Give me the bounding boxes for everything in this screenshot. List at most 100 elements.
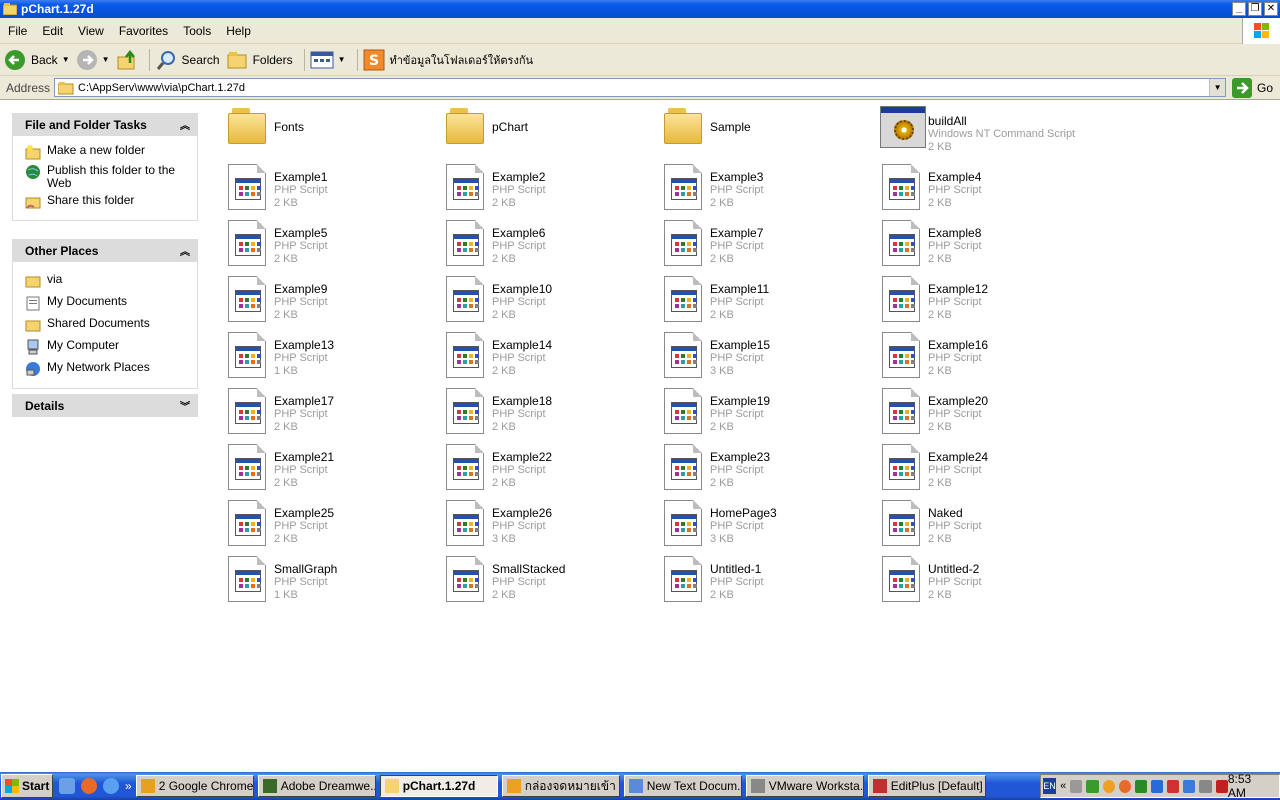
file-item[interactable]: buildAll Windows NT Command Script 2 KB <box>872 106 1090 162</box>
other-places-header[interactable]: Other Places ︽ <box>12 239 198 262</box>
file-item[interactable]: Example7 PHP Script 2 KB <box>654 218 872 274</box>
file-item[interactable]: Example22 PHP Script 2 KB <box>436 442 654 498</box>
folder-item[interactable]: pChart <box>436 106 654 162</box>
file-item[interactable]: Example25 PHP Script 2 KB <box>218 498 436 554</box>
file-item[interactable]: Example13 PHP Script 1 KB <box>218 330 436 386</box>
menu-edit[interactable]: Edit <box>34 24 70 38</box>
tray-volume-icon[interactable] <box>1151 779 1164 793</box>
tray-signal-icon[interactable] <box>1134 779 1147 793</box>
tray-expand-icon[interactable]: « <box>1060 780 1066 792</box>
chevron-down-icon[interactable]: ▼ <box>62 55 70 64</box>
go-button[interactable]: Go <box>1232 77 1273 98</box>
details-header[interactable]: Details ︾ <box>12 394 198 417</box>
file-item[interactable]: HomePage3 PHP Script 3 KB <box>654 498 872 554</box>
file-item[interactable]: Example20 PHP Script 2 KB <box>872 386 1090 442</box>
menu-favorites[interactable]: Favorites <box>111 24 175 38</box>
file-item[interactable]: Example19 PHP Script 2 KB <box>654 386 872 442</box>
file-item[interactable]: Example23 PHP Script 2 KB <box>654 442 872 498</box>
file-item[interactable]: Example21 PHP Script 2 KB <box>218 442 436 498</box>
taskbar-button[interactable]: EditPlus [Default] ... <box>867 775 986 797</box>
back-button[interactable]: Back ▼ <box>4 49 70 71</box>
up-folder-button[interactable] <box>116 49 138 71</box>
folder-item[interactable]: Sample <box>654 106 872 162</box>
show-desktop-icon[interactable] <box>59 778 75 794</box>
views-button[interactable]: ▼ <box>310 50 346 70</box>
php-script-icon <box>880 274 920 322</box>
tray-misc-icon[interactable] <box>1199 779 1212 793</box>
file-item[interactable]: Example4 PHP Script 2 KB <box>872 162 1090 218</box>
file-item[interactable]: Example18 PHP Script 2 KB <box>436 386 654 442</box>
file-item[interactable]: Example26 PHP Script 3 KB <box>436 498 654 554</box>
address-dropdown-button[interactable]: ▼ <box>1209 79 1226 96</box>
taskbar-button[interactable]: VMware Worksta... <box>745 775 864 797</box>
language-indicator[interactable]: EN <box>1043 778 1057 794</box>
sync-folder-button[interactable]: S ทำข้อมูลในโฟลเดอร์ให้ตรงกัน <box>363 49 533 71</box>
file-item[interactable]: Example6 PHP Script 2 KB <box>436 218 654 274</box>
avast-icon[interactable] <box>81 778 97 794</box>
taskbar-button[interactable]: pChart.1.27d <box>379 775 498 797</box>
menu-view[interactable]: View <box>70 24 111 38</box>
place-my-network-places[interactable]: My Network Places <box>13 358 197 380</box>
publish-web-link[interactable]: Publish this folder to the Web <box>13 162 197 192</box>
share-folder-link[interactable]: Share this folder <box>13 192 197 212</box>
file-item[interactable]: Example15 PHP Script 3 KB <box>654 330 872 386</box>
browser-icon[interactable] <box>103 778 119 794</box>
menu-file[interactable]: File <box>0 24 34 38</box>
file-item[interactable]: Example8 PHP Script 2 KB <box>872 218 1090 274</box>
tray-security-icon[interactable] <box>1167 779 1180 793</box>
close-button[interactable]: ✕ <box>1264 2 1278 16</box>
file-item[interactable]: Naked PHP Script 2 KB <box>872 498 1090 554</box>
taskbar-button[interactable]: 2 Google Chrome <box>135 775 254 797</box>
start-button[interactable]: Start <box>1 774 53 798</box>
chevron-down-icon[interactable]: ▼ <box>102 55 110 64</box>
place-my-computer[interactable]: My Computer <box>13 336 197 358</box>
tray-network-icon[interactable] <box>1070 779 1083 793</box>
file-item[interactable]: Example1 PHP Script 2 KB <box>218 162 436 218</box>
folders-button[interactable]: Folders <box>226 49 293 71</box>
file-item[interactable]: Example9 PHP Script 2 KB <box>218 274 436 330</box>
minimize-button[interactable]: _ <box>1232 2 1246 16</box>
folder-item[interactable]: Fonts <box>218 106 436 162</box>
file-item[interactable]: Example24 PHP Script 2 KB <box>872 442 1090 498</box>
tray-app-icon[interactable] <box>1086 779 1099 793</box>
tray-shield-icon[interactable] <box>1215 779 1228 793</box>
tray-update-icon[interactable] <box>1183 779 1196 793</box>
file-item[interactable]: Untitled-1 PHP Script 2 KB <box>654 554 872 610</box>
clock[interactable]: 8:53 AM <box>1228 772 1269 800</box>
file-item[interactable]: SmallStacked PHP Script 2 KB <box>436 554 654 610</box>
file-item[interactable]: Example12 PHP Script 2 KB <box>872 274 1090 330</box>
file-item[interactable]: Example2 PHP Script 2 KB <box>436 162 654 218</box>
restore-button[interactable]: ❐ <box>1248 2 1262 16</box>
forward-button[interactable]: ▼ <box>76 49 110 71</box>
expand-chevron-icon[interactable]: ︾ <box>180 398 190 413</box>
file-item[interactable]: Example14 PHP Script 2 KB <box>436 330 654 386</box>
tray-status-icon[interactable] <box>1102 779 1115 793</box>
taskbar-button[interactable]: กล่องจดหมายเข้า ... <box>501 775 620 797</box>
file-item[interactable]: Example5 PHP Script 2 KB <box>218 218 436 274</box>
tray-avast-icon[interactable] <box>1118 779 1131 793</box>
file-list-view[interactable]: Fonts pChart Sample buildAll Windows NT Comm… <box>210 101 1280 772</box>
file-item[interactable]: Example3 PHP Script 2 KB <box>654 162 872 218</box>
file-item[interactable]: Example11 PHP Script 2 KB <box>654 274 872 330</box>
taskbar-button[interactable]: Adobe Dreamwe... <box>257 775 376 797</box>
file-folder-tasks-header[interactable]: File and Folder Tasks ︽ <box>12 113 198 136</box>
title-bar[interactable]: pChart.1.27d _ ❐ ✕ <box>0 0 1280 18</box>
menu-tools[interactable]: Tools <box>175 24 218 38</box>
place-my-documents[interactable]: My Documents <box>13 292 197 314</box>
file-item[interactable]: Example10 PHP Script 2 KB <box>436 274 654 330</box>
place-via[interactable]: via <box>13 270 197 292</box>
collapse-chevron-icon[interactable]: ︽ <box>180 117 190 132</box>
menu-help[interactable]: Help <box>218 24 258 38</box>
collapse-chevron-icon[interactable]: ︽ <box>180 243 190 258</box>
make-new-folder-link[interactable]: Make a new folder <box>13 142 197 162</box>
file-item[interactable]: Example16 PHP Script 2 KB <box>872 330 1090 386</box>
search-button[interactable]: Search <box>155 49 220 71</box>
quick-launch-overflow-icon[interactable]: » <box>125 779 132 793</box>
file-item[interactable]: Untitled-2 PHP Script 2 KB <box>872 554 1090 610</box>
place-shared-documents[interactable]: Shared Documents <box>13 314 197 336</box>
taskbar-button[interactable]: New Text Docum... <box>623 775 742 797</box>
address-input[interactable]: C:\AppServ\www\via\pChart.1.27d ▼ <box>54 78 1227 97</box>
file-item[interactable]: SmallGraph PHP Script 1 KB <box>218 554 436 610</box>
chevron-down-icon[interactable]: ▼ <box>338 55 346 64</box>
file-item[interactable]: Example17 PHP Script 2 KB <box>218 386 436 442</box>
